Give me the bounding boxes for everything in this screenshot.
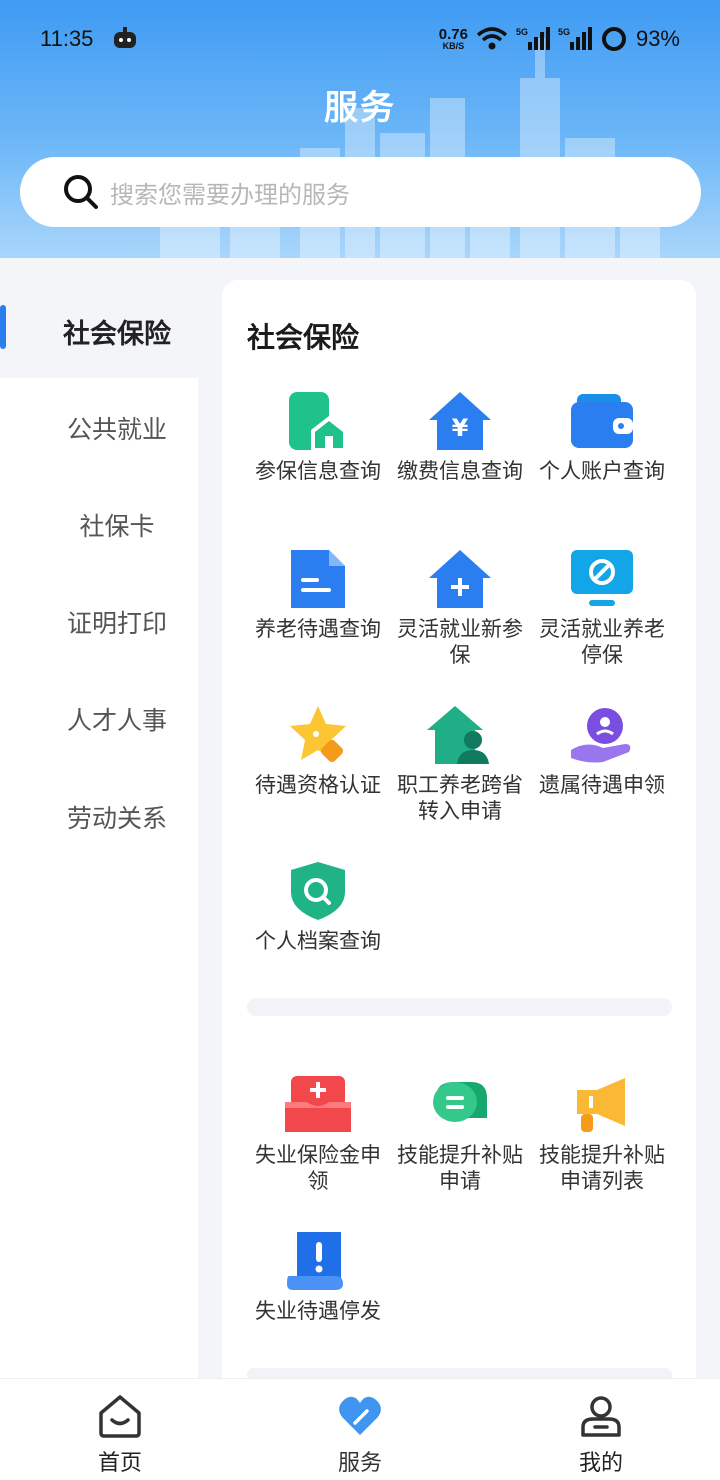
service-item[interactable]: 技能提升补贴申请列表 [531, 1074, 673, 1194]
tab-label: 首页 [97, 1451, 142, 1476]
megaphone-icon [577, 1078, 625, 1132]
service-label: 灵活就业新参保 [397, 617, 523, 667]
scroll-alert-icon [287, 1232, 343, 1290]
service-label: 缴费信息查询 [397, 459, 523, 483]
service-label: 技能提升补贴申请列表 [539, 1143, 665, 1193]
service-item[interactable]: 技能提升补贴申请 [389, 1074, 531, 1194]
net-speed: 0.76 KB/S [438, 26, 468, 51]
phone-home-icon [289, 392, 347, 450]
search-bar[interactable]: 搜索您需要办理的服务 [20, 157, 701, 227]
robot-icon [114, 27, 136, 48]
service-item[interactable]: 待遇资格认证 [247, 704, 389, 798]
document-icon [291, 550, 345, 608]
service-item[interactable]: ¥ 缴费信息查询 [389, 390, 531, 484]
svg-text:¥: ¥ [452, 414, 469, 442]
service-label: 个人档案查询 [255, 929, 381, 953]
svg-text:5G: 5G [516, 27, 528, 37]
service-item[interactable]: 失业待遇停发 [247, 1230, 389, 1324]
tab-home[interactable]: 首页 [60, 1393, 180, 1477]
service-label: 技能提升补贴申请 [397, 1143, 523, 1193]
service-label: 灵活就业养老停保 [539, 617, 665, 667]
service-item[interactable]: 养老待遇查询 [247, 548, 389, 642]
service-label: 遗属待遇申领 [539, 773, 665, 797]
chat-bubble-icon [433, 1082, 487, 1122]
sidebar-item-talent-personnel[interactable]: 人才人事 [0, 701, 234, 737]
service-item[interactable]: 失业保险金申领 [247, 1074, 389, 1194]
svg-text:5G: 5G [558, 27, 570, 37]
sidebar-item-labor-relations[interactable]: 劳动关系 [0, 799, 234, 835]
tab-label: 服务 [337, 1451, 382, 1476]
wifi-icon [476, 27, 508, 50]
tab-mine[interactable]: 我的 [541, 1393, 661, 1477]
home-icon [99, 1395, 141, 1438]
service-item[interactable]: 灵活就业养老停保 [531, 548, 673, 668]
service-label: 失业待遇停发 [255, 1299, 381, 1323]
service-label: 职工养老跨省转入申请 [397, 773, 523, 823]
service-item[interactable]: 遗属待遇申领 [531, 704, 673, 798]
tab-services[interactable]: 服务 [300, 1393, 420, 1477]
house-person-icon [427, 706, 489, 764]
service-item[interactable]: 灵活就业新参保 [389, 548, 531, 668]
status-time: 11:35 [40, 26, 94, 51]
yuan-house-icon: ¥ [429, 392, 491, 450]
search-icon [64, 175, 98, 209]
sidebar-item-social-insurance[interactable]: 社会保险 [0, 312, 234, 351]
hand-coin-icon [571, 708, 631, 763]
shield-search-icon [291, 862, 345, 920]
service-item[interactable]: 参保信息查询 [247, 390, 389, 484]
battery-ring-icon [601, 27, 626, 51]
status-bar: 11:35 0.76 KB/S 5G 5G 93% [0, 22, 720, 62]
service-label: 养老待遇查询 [255, 617, 381, 641]
battery-percent: 93% [635, 26, 680, 51]
plus-house-icon [429, 550, 491, 608]
service-item[interactable]: 个人档案查询 [247, 860, 389, 954]
bottom-tab-bar: 首页 服务 我的 [0, 1378, 720, 1480]
person-icon [581, 1396, 621, 1437]
tab-label: 我的 [578, 1451, 623, 1476]
section-divider [247, 998, 672, 1016]
heart-icon [339, 1396, 381, 1435]
signal-5g-icon: 5G [558, 27, 592, 50]
sidebar-item-certificate-print[interactable]: 证明打印 [0, 604, 234, 640]
page-title: 服务 [324, 88, 396, 128]
sidebar-item-social-security-card[interactable]: 社保卡 [0, 507, 234, 543]
red-box-plus-icon [285, 1076, 351, 1132]
section-title: 社会保险 [247, 321, 360, 354]
service-label: 待遇资格认证 [255, 773, 381, 797]
sidebar-item-public-employment[interactable]: 公共就业 [0, 410, 234, 446]
monitor-stop-icon [571, 550, 633, 606]
service-item[interactable]: 职工养老跨省转入申请 [389, 704, 531, 824]
search-input[interactable]: 搜索您需要办理的服务 [110, 175, 350, 210]
service-label: 个人账户查询 [539, 459, 665, 483]
wallet-icon [571, 394, 633, 448]
service-label: 失业保险金申领 [255, 1143, 381, 1193]
star-badge-icon [290, 706, 346, 763]
service-item[interactable]: 个人账户查询 [531, 390, 673, 484]
service-label: 参保信息查询 [255, 459, 381, 483]
signal-5g-icon: 5G [516, 27, 550, 50]
